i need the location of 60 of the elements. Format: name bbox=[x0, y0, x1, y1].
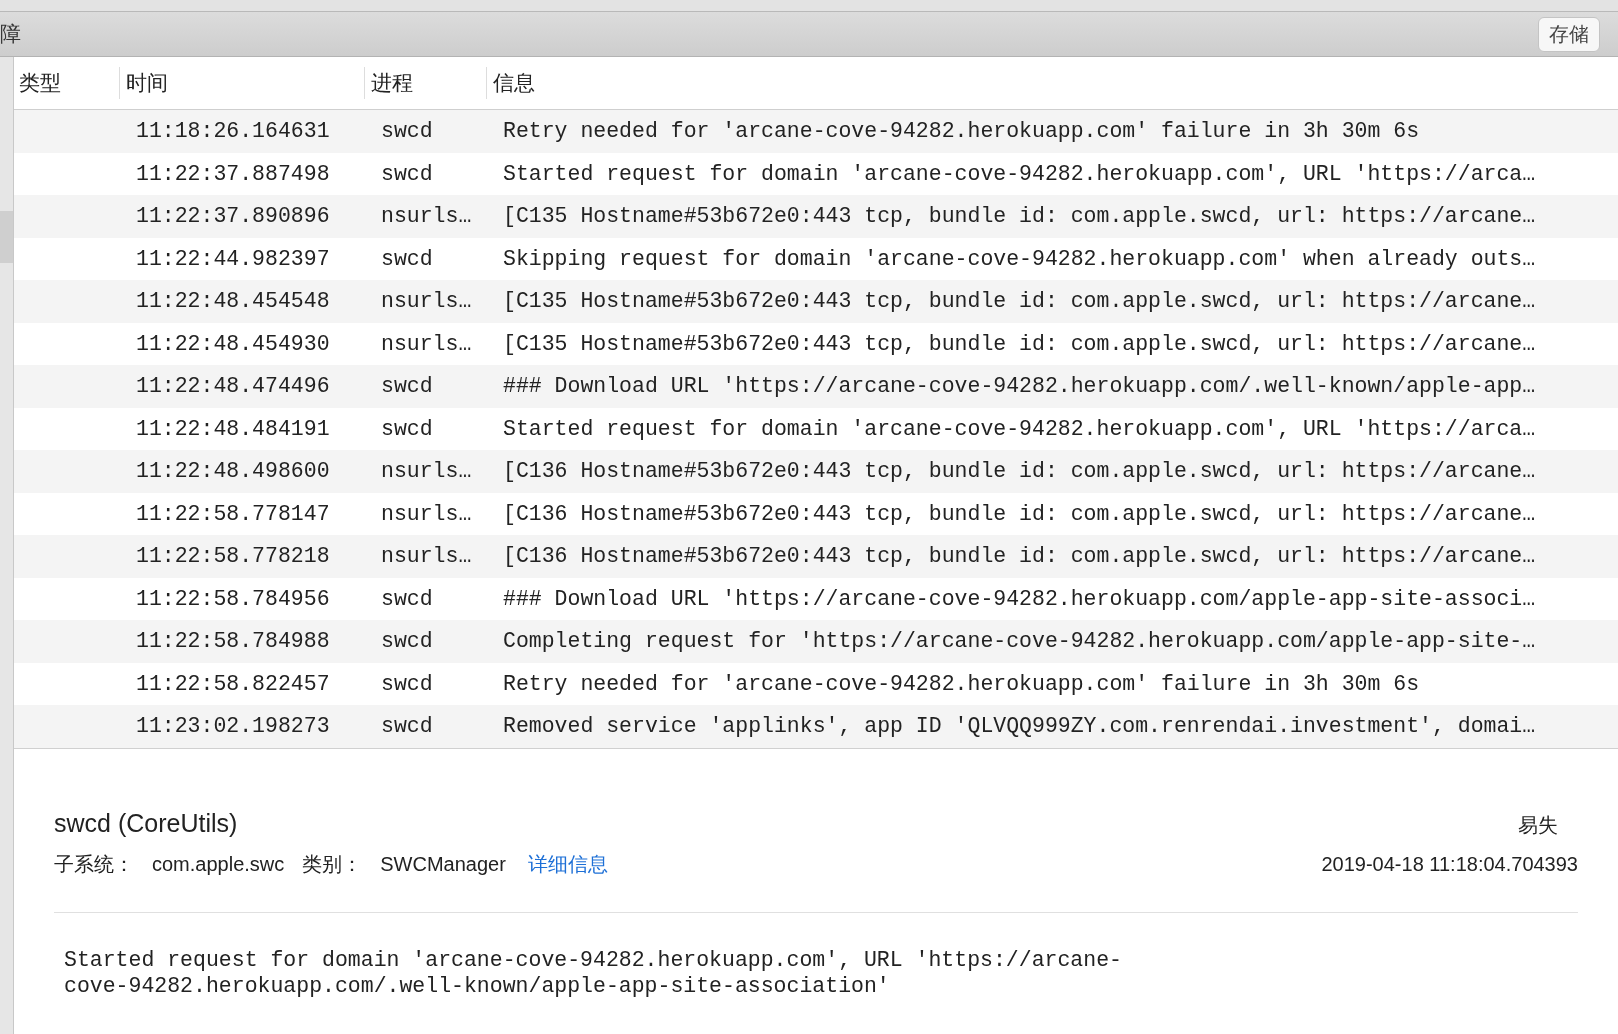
volatility-label: 易失 bbox=[1518, 812, 1558, 838]
subsystem-value: com.apple.swc bbox=[152, 852, 285, 876]
time-cell-text: 11:22:48.474496 bbox=[135, 374, 331, 399]
process-cell-text: swcd bbox=[380, 586, 434, 611]
time-cell-text: 11:22:48.454930 bbox=[135, 331, 331, 356]
column-header[interactable]: 类型 bbox=[14, 67, 119, 99]
process-cell-text: swcd bbox=[380, 246, 434, 271]
message-cell-text: ### Download URL 'https://arcane-cove-94282.herokuapp.com/apple-app-site-associ… bbox=[502, 586, 1537, 611]
save-button[interactable]: 存储 bbox=[1538, 16, 1600, 52]
process-cell-text: nsurls… bbox=[380, 289, 473, 314]
message-cell-text: [C135 Hostname#53b672e0:443 tcp, bundle id: com.apple.swcd, url: https://arcane… bbox=[502, 331, 1537, 356]
toolbar-title: 障 bbox=[0, 21, 21, 47]
time-cell-text: 11:18:26.164631 bbox=[135, 119, 331, 144]
message-cell-text: [C135 Hostname#53b672e0:443 tcp, bundle id: com.apple.swcd, url: https://arcane… bbox=[502, 204, 1537, 229]
time-cell-text: 11:22:48.454548 bbox=[135, 289, 331, 314]
message-cell-text: [C135 Hostname#53b672e0:443 tcp, bundle id: com.apple.swcd, url: https://arcane… bbox=[502, 289, 1537, 314]
time-cell-text: 11:22:48.498600 bbox=[135, 459, 331, 484]
time-cell-text: 11:22:58.784988 bbox=[135, 629, 331, 654]
details-link[interactable]: 详细信息 bbox=[527, 850, 608, 878]
message-cell-text: Completing request for 'https://arcane-cove-94282.herokuapp.com/apple-app-site-… bbox=[502, 629, 1537, 654]
process-cell-text: nsurls… bbox=[380, 501, 473, 526]
message-cell-text: Started request for domain 'arcane-cove-94282.herokuapp.com', URL 'https://arca… bbox=[502, 416, 1537, 441]
time-cell-text: 11:22:58.778218 bbox=[135, 544, 331, 569]
message-text: Started request for domain 'arcane-cove-94282.herokuapp.com', URL 'https://arcane-cove-94282.herokuapp.com/.well-known/apple-app-site-association' bbox=[63, 946, 1123, 999]
process-cell-text: swcd bbox=[380, 671, 434, 696]
time-cell-text: 11:22:58.822457 bbox=[135, 671, 331, 696]
process-cell-text: nsurls… bbox=[380, 204, 473, 229]
message-cell-text: [C136 Hostname#53b672e0:443 tcp, bundle id: com.apple.swcd, url: https://arcane… bbox=[502, 501, 1537, 526]
time-cell-text: 11:22:48.484191 bbox=[135, 416, 331, 441]
time-cell-text: 11:22:44.982397 bbox=[135, 246, 331, 271]
process-cell-text: swcd bbox=[380, 119, 434, 144]
process-cell-text: swcd bbox=[380, 416, 434, 441]
message-cell-text: Retry needed for 'arcane-cove-94282.herokuapp.com' failure in 3h 30m 6s bbox=[502, 119, 1421, 144]
process-cell-text: nsurls… bbox=[380, 544, 473, 569]
message-cell-text: ### Download URL 'https://arcane-cove-94282.herokuapp.com/.well-known/apple-app… bbox=[502, 374, 1537, 399]
message-cell-text: [C136 Hostname#53b672e0:443 tcp, bundle id: com.apple.swcd, url: https://arcane… bbox=[502, 544, 1537, 569]
time-cell-text: 11:22:58.784956 bbox=[135, 586, 331, 611]
message-cell-text: Removed service 'applinks', app ID 'QLVQQ999ZY.com.renrendai.investment', domai… bbox=[502, 714, 1537, 739]
time-cell-text: 11:22:58.778147 bbox=[135, 501, 331, 526]
process-cell-text: nsurls… bbox=[380, 459, 473, 484]
process-cell-text: swcd bbox=[380, 714, 434, 739]
message-cell-text: Retry needed for 'arcane-cove-94282.herokuapp.com' failure in 3h 30m 6s bbox=[502, 671, 1421, 696]
process-cell-text: swcd bbox=[380, 629, 434, 654]
category-value: SWCManager bbox=[380, 852, 506, 876]
process-cell-text: swcd bbox=[380, 161, 434, 186]
category-label: 类别： bbox=[302, 851, 363, 877]
message-cell-text: [C136 Hostname#53b672e0:443 tcp, bundle id: com.apple.swcd, url: https://arcane… bbox=[502, 459, 1537, 484]
time-cell-text: 11:22:37.887498 bbox=[135, 161, 331, 186]
subsystem-label: 子系统： bbox=[54, 851, 134, 877]
message-cell-text: Skipping request for domain 'arcane-cove-94282.herokuapp.com' when already outs… bbox=[502, 246, 1537, 271]
column-header[interactable]: 信息 bbox=[486, 67, 1618, 99]
time-cell-text: 11:22:37.890896 bbox=[135, 204, 331, 229]
process-title: swcd (CoreUtils) bbox=[54, 808, 238, 838]
column-header[interactable]: 进程 bbox=[364, 67, 486, 99]
timestamp: 2019-04-18 11:18:04.704393 bbox=[1321, 852, 1578, 876]
message-cell-text: Started request for domain 'arcane-cove-94282.herokuapp.com', URL 'https://arca… bbox=[502, 161, 1537, 186]
process-cell-text: swcd bbox=[380, 374, 434, 399]
time-cell-text: 11:23:02.198273 bbox=[135, 714, 331, 739]
column-header[interactable]: 时间 bbox=[119, 67, 364, 99]
process-cell-text: nsurls… bbox=[380, 331, 473, 356]
